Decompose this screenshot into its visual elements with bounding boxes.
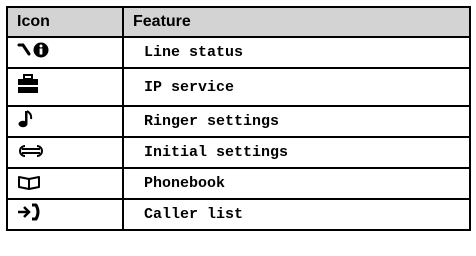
- line-status-icon: [17, 41, 53, 59]
- table-row: Caller list: [6, 198, 471, 231]
- feature-label: IP service: [122, 67, 471, 107]
- feature-icon-table: Icon Feature Line status IP service Ring…: [6, 6, 471, 231]
- feature-label: Line status: [122, 36, 471, 69]
- table-row: Initial settings: [6, 136, 471, 169]
- wrench-icon: [17, 142, 45, 160]
- header-icon: Icon: [6, 6, 124, 38]
- table-row: Line status: [6, 36, 471, 69]
- table-row: Phonebook: [6, 167, 471, 200]
- feature-label: Initial settings: [122, 136, 471, 169]
- header-row: Icon Feature: [6, 6, 471, 38]
- ip-service-icon: [17, 74, 39, 93]
- table-row: IP service: [6, 67, 471, 107]
- feature-label: Caller list: [122, 198, 471, 231]
- feature-label: Phonebook: [122, 167, 471, 200]
- feature-label: Ringer settings: [122, 105, 471, 138]
- ringer-note-icon: [17, 110, 33, 128]
- header-feature: Feature: [122, 6, 471, 38]
- phonebook-icon: [17, 173, 41, 191]
- caller-list-icon: [17, 203, 43, 221]
- table-row: Ringer settings: [6, 105, 471, 138]
